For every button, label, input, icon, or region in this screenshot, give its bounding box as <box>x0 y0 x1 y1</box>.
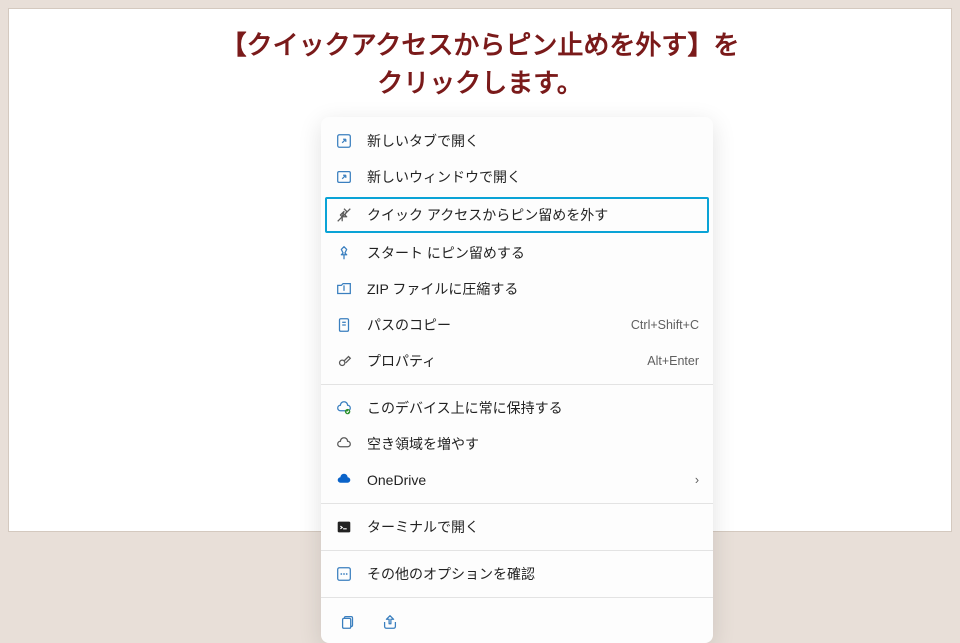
menu-label: スタート にピン留めする <box>367 243 699 263</box>
title-line-2: クリックします。 <box>377 68 582 98</box>
menu-item-new-window[interactable]: 新しいウィンドウで開く <box>321 159 713 195</box>
menu-label: 新しいウィンドウで開く <box>367 167 699 187</box>
menu-shortcut: Ctrl+Shift+C <box>631 318 699 332</box>
menu-separator <box>321 550 713 551</box>
free-space-icon <box>335 435 353 453</box>
copy-path-icon <box>335 316 353 334</box>
new-tab-icon <box>335 132 353 150</box>
menu-label: 空き領域を増やす <box>367 434 699 454</box>
new-window-icon <box>335 168 353 186</box>
menu-item-unpin-quick-access[interactable]: クイック アクセスからピン留めを外す <box>325 197 709 233</box>
menu-separator <box>321 597 713 598</box>
context-menu: 新しいタブで開く 新しいウィンドウで開く クイック アクセスからピン留めを外す … <box>321 117 713 643</box>
menu-label: プロパティ <box>367 351 621 371</box>
menu-label: このデバイス上に常に保持する <box>367 398 699 418</box>
share-icon[interactable] <box>381 613 399 631</box>
menu-label: ターミナルで開く <box>367 517 699 537</box>
menu-label: その他のオプションを確認 <box>367 564 699 584</box>
menu-label: OneDrive <box>367 472 669 488</box>
menu-label: クイック アクセスからピン留めを外す <box>367 205 699 225</box>
menu-shortcut: Alt+Enter <box>647 354 699 368</box>
menu-label: パスのコピー <box>367 315 605 335</box>
properties-icon <box>335 352 353 370</box>
menu-item-properties[interactable]: プロパティ Alt+Enter <box>321 343 713 379</box>
menu-item-keep-on-device[interactable]: このデバイス上に常に保持する <box>321 390 713 426</box>
menu-label: ZIP ファイルに圧縮する <box>367 279 699 299</box>
zip-icon <box>335 280 353 298</box>
onedrive-icon <box>335 471 353 489</box>
menu-item-onedrive[interactable]: OneDrive › <box>321 462 713 498</box>
menu-item-pin-start[interactable]: スタート にピン留めする <box>321 235 713 271</box>
terminal-icon <box>335 518 353 536</box>
menu-item-new-tab[interactable]: 新しいタブで開く <box>321 123 713 159</box>
copy-icon[interactable] <box>339 613 357 631</box>
menu-item-zip[interactable]: ZIP ファイルに圧縮する <box>321 271 713 307</box>
menu-item-free-space[interactable]: 空き領域を増やす <box>321 426 713 462</box>
menu-label: 新しいタブで開く <box>367 131 699 151</box>
menu-separator <box>321 503 713 504</box>
chevron-right-icon: › <box>695 473 699 487</box>
pin-icon <box>335 244 353 262</box>
menu-item-more-options[interactable]: その他のオプションを確認 <box>321 556 713 592</box>
unpin-icon <box>335 206 353 224</box>
page-title: 【クイックアクセスからピン止めを外す】を クリックします。 <box>9 9 951 102</box>
bottom-action-row <box>321 603 713 637</box>
more-options-icon <box>335 565 353 583</box>
title-line-1: 【クイックアクセスからピン止めを外す】を <box>221 30 740 60</box>
cloud-keep-icon <box>335 399 353 417</box>
menu-separator <box>321 384 713 385</box>
menu-item-copy-path[interactable]: パスのコピー Ctrl+Shift+C <box>321 307 713 343</box>
